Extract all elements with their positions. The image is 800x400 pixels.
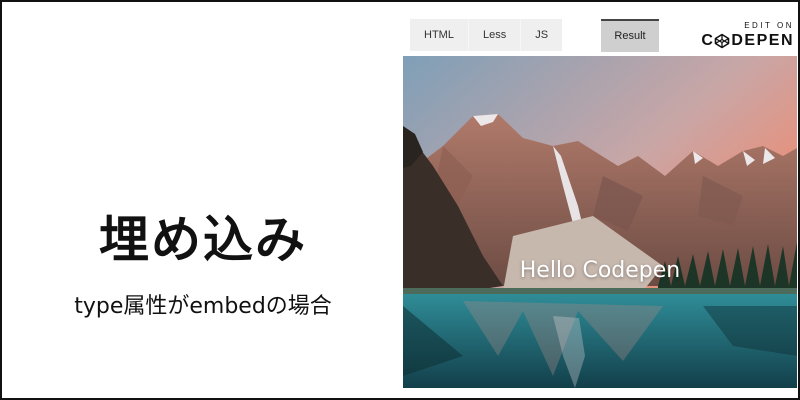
- brand-prefix: C: [701, 32, 715, 49]
- tab-html[interactable]: HTML: [410, 19, 468, 51]
- codepen-embed: HTML Less JS Result EDIT ON C DEPEN Hell…: [403, 16, 797, 388]
- slide-left-panel: 埋め込み type属性がembedの場合: [4, 4, 402, 396]
- edit-on-codepen-link[interactable]: EDIT ON C DEPEN: [698, 21, 794, 51]
- mountain-lake-image: [403, 56, 797, 388]
- tab-less[interactable]: Less: [467, 19, 520, 51]
- codepen-cube-icon: [715, 33, 730, 49]
- slide-title: 埋め込み: [99, 210, 307, 269]
- embed-toolbar: HTML Less JS Result EDIT ON C DEPEN: [403, 16, 797, 57]
- result-heading: Hello Codepen: [519, 258, 681, 283]
- codepen-logo: C DEPEN: [698, 31, 794, 51]
- editor-tabs: HTML Less JS: [410, 19, 563, 51]
- slide-subtitle: type属性がembedの場合: [74, 294, 332, 319]
- tab-result[interactable]: Result: [601, 19, 659, 52]
- edit-on-label: EDIT ON: [744, 21, 794, 30]
- slide-frame: 埋め込み type属性がembedの場合 HTML Less JS Result…: [0, 0, 800, 400]
- result-preview: Hello Codepen: [403, 56, 797, 388]
- brand-suffix: DEPEN: [731, 32, 794, 49]
- tab-js[interactable]: JS: [520, 19, 562, 51]
